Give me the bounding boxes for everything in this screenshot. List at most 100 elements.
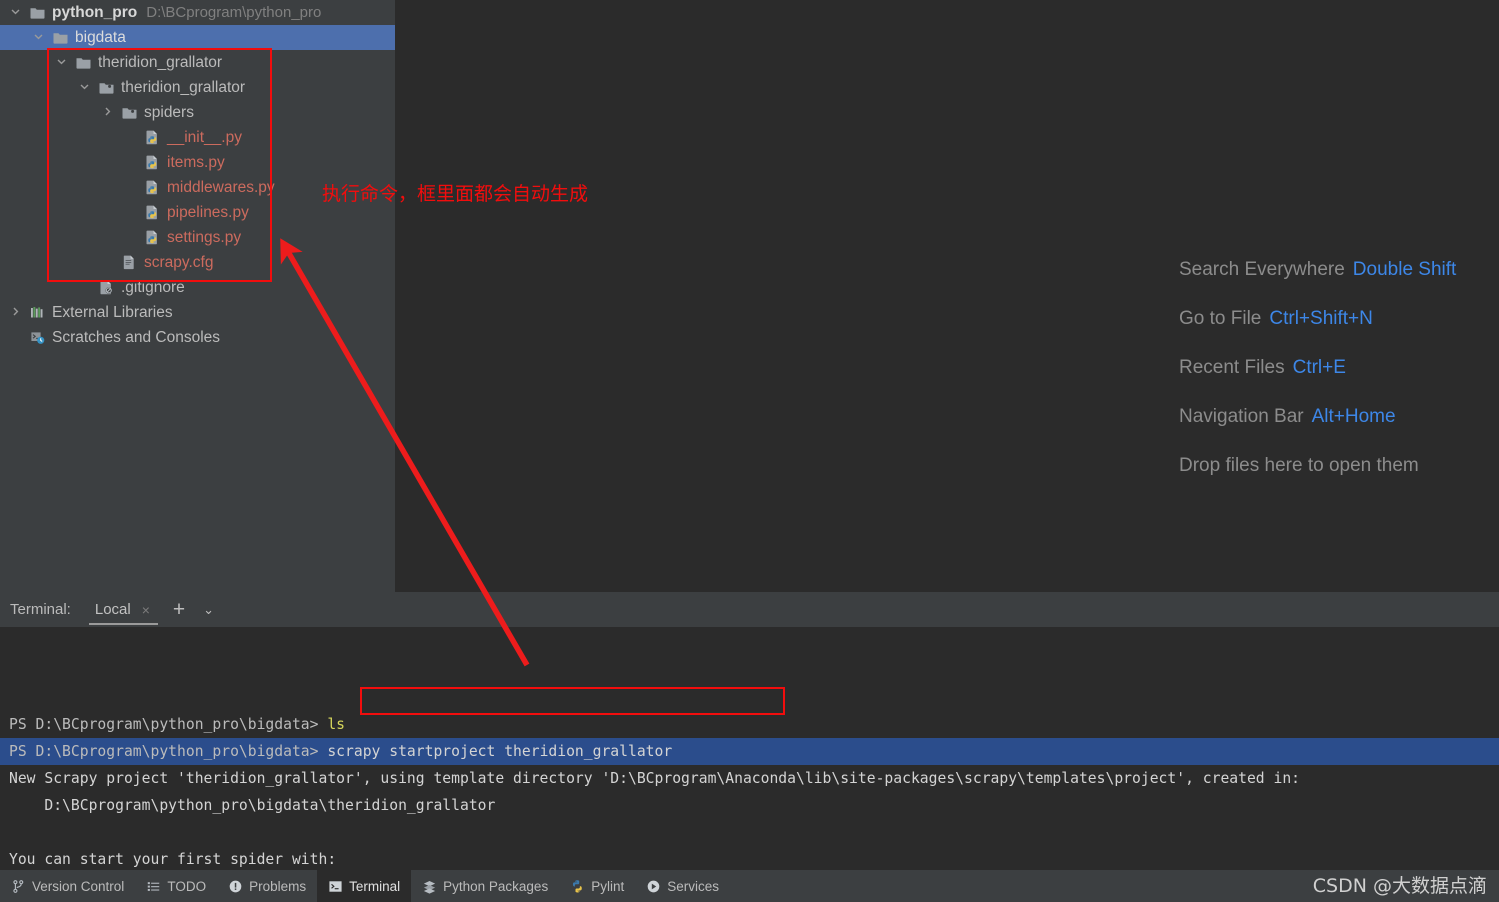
chevron-down-icon[interactable]: [77, 81, 92, 94]
editor-hint-1: Go to File Ctrl+Shift+N: [1179, 304, 1499, 353]
tree-row-scrapy-cfg[interactable]: scrapy.cfg: [0, 250, 395, 275]
folder-package-icon: [121, 104, 138, 121]
tree-row-spiders[interactable]: spiders: [0, 100, 395, 125]
annotation-note: 执行命令，框里面都会自动生成: [322, 183, 589, 205]
editor-hint-label: Navigation Bar: [1179, 406, 1304, 427]
terminal-tool-window[interactable]: Terminal: Local × + ⌄ PS D:\BCprogram\py…: [0, 592, 1499, 873]
close-icon[interactable]: ×: [142, 602, 150, 618]
status-bar: Version Control TODO Problems Terminal Pytho…: [0, 870, 1499, 902]
status-item-label: Python Packages: [443, 878, 549, 894]
services-icon: [646, 879, 661, 894]
status-item-terminal[interactable]: Terminal: [317, 870, 412, 902]
scratches-icon: [29, 329, 46, 346]
status-item-label: Pylint: [591, 878, 625, 894]
terminal-line-4: [0, 819, 1499, 846]
terminal-command: ls: [327, 716, 346, 733]
editor-hint-4: Drop files here to open them: [1179, 451, 1499, 500]
editor-hint-label: Drop files here to open them: [1179, 455, 1419, 476]
terminal-line-1: PS D:\BCprogram\python_pro\bigdata> scra…: [0, 738, 1499, 765]
terminal-output[interactable]: PS D:\BCprogram\python_pro\bigdata> ls PS…: [0, 627, 1499, 873]
tree-row-theridion-grallator[interactable]: theridion_grallator: [0, 50, 395, 75]
status-item-label: Version Control: [32, 878, 125, 894]
tree-row-label: Scratches and Consoles: [52, 328, 221, 346]
plus-icon[interactable]: +: [173, 599, 185, 620]
terminal-icon: [328, 879, 343, 894]
gitignore-file-icon: [98, 279, 115, 296]
terminal-command: D:\BCprogram\python_pro\bigdata\theridio…: [9, 797, 496, 814]
editor-hint-label: Recent Files: [1179, 357, 1285, 378]
terminal-line-0: PS D:\BCprogram\python_pro\bigdata> ls: [0, 711, 1499, 738]
editor-hint-label: Search Everywhere: [1179, 259, 1345, 280]
terminal-line-5: You can start your first spider with:: [0, 846, 1499, 873]
status-item-label: Terminal: [349, 878, 401, 894]
editor-hints-list: Search Everywhere Double Shift Go to File C…: [1179, 255, 1499, 500]
chevron-right-icon[interactable]: [8, 306, 23, 319]
status-item-label: TODO: [167, 878, 207, 894]
tree-row-external-libraries[interactable]: External Libraries: [0, 300, 395, 325]
chevron-right-icon[interactable]: [100, 106, 115, 119]
terminal-command: New Scrapy project 'theridion_grallator'…: [9, 770, 1301, 787]
editor-hint-label: Go to File: [1179, 308, 1262, 329]
branch-icon: [11, 879, 26, 894]
folder-module-icon: [29, 4, 46, 21]
status-item-problems[interactable]: Problems: [217, 870, 317, 902]
tree-row-label: scrapy.cfg: [144, 253, 214, 271]
chevron-down-icon[interactable]: [54, 56, 69, 69]
status-item-pylint[interactable]: Pylint: [559, 870, 635, 902]
tree-row-label: External Libraries: [52, 303, 173, 321]
tree-row-settings-py[interactable]: settings.py: [0, 225, 395, 250]
libraries-icon: [29, 304, 46, 321]
folder-icon: [52, 29, 69, 46]
terminal-header: Terminal: Local × + ⌄: [0, 592, 1499, 627]
tree-row-label: settings.py: [167, 228, 242, 246]
tree-row-label: __init__.py: [167, 128, 242, 146]
python-file-icon: [144, 179, 161, 196]
editor-hint-0: Search Everywhere Double Shift: [1179, 255, 1499, 304]
status-item-label: Services: [667, 878, 719, 894]
editor-area[interactable]: Search Everywhere Double Shift Go to File C…: [395, 0, 1499, 592]
tree-row-label: pipelines.py: [167, 203, 249, 221]
terminal-prompt: PS D:\BCprogram\python_pro\bigdata>: [9, 716, 328, 733]
tree-row-bigdata[interactable]: bigdata: [0, 25, 395, 50]
tree-row--gitignore[interactable]: .gitignore: [0, 275, 395, 300]
watermark: CSDN @大数据点滴: [1312, 875, 1487, 897]
status-item-python-packages[interactable]: Python Packages: [411, 870, 559, 902]
chevron-down-icon[interactable]: [8, 6, 23, 19]
folder-package-icon: [98, 79, 115, 96]
chevron-down-icon[interactable]: ⌄: [203, 602, 214, 618]
python-file-icon: [144, 154, 161, 171]
terminal-prompt: PS D:\BCprogram\python_pro\bigdata>: [9, 743, 328, 760]
terminal-command: You can start your first spider with:: [9, 851, 337, 868]
editor-hint-shortcut: Alt+Home: [1311, 406, 1396, 427]
status-item-version-control[interactable]: Version Control: [0, 870, 135, 902]
tree-row-label: theridion_grallator: [98, 53, 223, 71]
chevron-down-icon[interactable]: [31, 31, 46, 44]
tree-row-label: middlewares.py: [167, 178, 275, 196]
terminal-line-2: New Scrapy project 'theridion_grallator'…: [0, 765, 1499, 792]
status-item-services[interactable]: Services: [635, 870, 730, 902]
terminal-tab-label: Local: [94, 601, 131, 618]
editor-hint-shortcut: Ctrl+Shift+N: [1269, 308, 1373, 329]
tree-row-path: D:\BCprogram\python_pro: [146, 4, 322, 21]
editor-hint-shortcut: Double Shift: [1352, 259, 1457, 280]
project-tool-window[interactable]: python_pro D:\BCprogram\python_probigdata…: [0, 0, 395, 592]
python-icon: [570, 879, 585, 894]
editor-hint-shortcut: Ctrl+E: [1292, 357, 1346, 378]
tree-row-label: python_pro: [52, 3, 138, 21]
status-item-todo[interactable]: TODO: [135, 870, 217, 902]
tree-row--init-py[interactable]: __init__.py: [0, 125, 395, 150]
tree-row-label: bigdata: [75, 28, 126, 46]
folder-icon: [75, 54, 92, 71]
editor-hint-3: Navigation Bar Alt+Home: [1179, 402, 1499, 451]
tree-row-theridion-grallator[interactable]: theridion_grallator: [0, 75, 395, 100]
status-item-label: Problems: [249, 878, 307, 894]
terminal-command: scrapy startproject theridion_grallator: [327, 743, 673, 760]
tree-row-scratches-and-consoles[interactable]: Scratches and Consoles: [0, 325, 395, 350]
python-file-icon: [144, 204, 161, 221]
tree-row-python-pro[interactable]: python_pro D:\BCprogram\python_pro: [0, 0, 395, 25]
config-file-icon: [121, 254, 138, 271]
tree-row-items-py[interactable]: items.py: [0, 150, 395, 175]
terminal-line-3: D:\BCprogram\python_pro\bigdata\theridio…: [0, 792, 1499, 819]
terminal-tab-local[interactable]: Local ×: [88, 592, 158, 627]
todo-list-icon: [146, 879, 161, 894]
